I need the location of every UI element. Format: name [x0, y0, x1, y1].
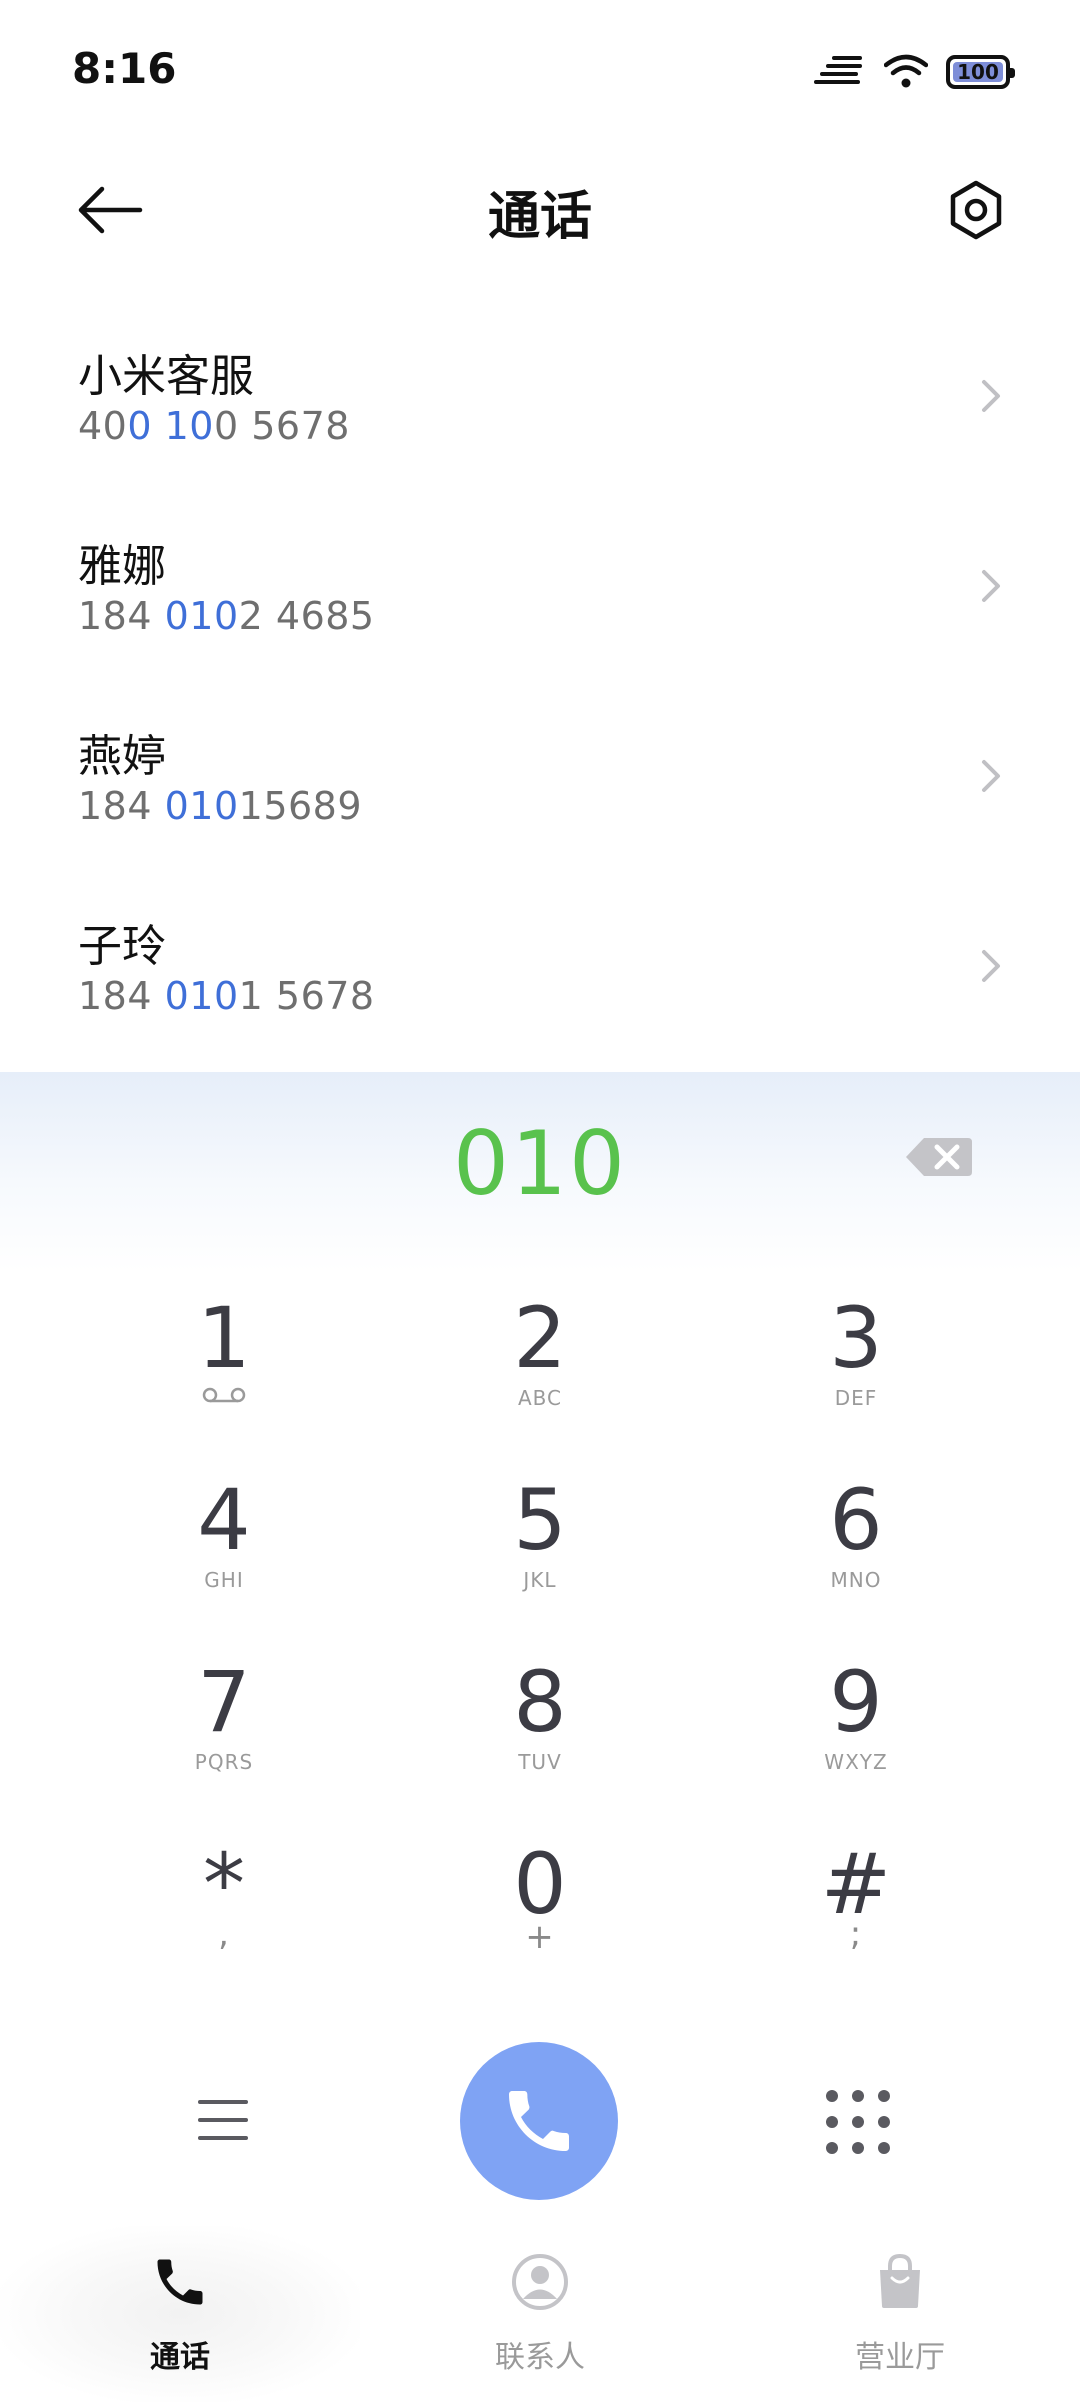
wifi-icon	[884, 54, 928, 88]
list-item[interactable]: 雅娜 184 0102 4685	[0, 490, 1080, 680]
phone-call-icon	[509, 2091, 569, 2151]
settings-button[interactable]	[936, 170, 1016, 250]
battery-icon: 100	[946, 55, 1015, 89]
nav-label: 营业厅	[855, 2340, 945, 2375]
key-4[interactable]: 4 GHI	[114, 1474, 334, 1634]
nav-item-contacts[interactable]: 联系人	[360, 2226, 720, 2402]
contact-number: 400 100 5678	[78, 404, 350, 448]
list-item[interactable]: 小米客服 400 100 5678	[0, 300, 1080, 490]
dial-pad-area: 010 1 2 ABC 3 DEF 4 GHI 5 JKL 6 MNO 7 PQ…	[0, 1072, 1080, 2232]
chevron-right-icon	[982, 570, 1000, 602]
key-3[interactable]: 3 DEF	[746, 1292, 966, 1452]
keypad-toggle-button[interactable]	[818, 2082, 898, 2162]
chevron-right-icon	[982, 380, 1000, 412]
status-time: 8:16	[72, 44, 177, 93]
title-bar: 通话	[0, 150, 1080, 270]
menu-icon	[198, 2100, 248, 2140]
list-item[interactable]: 燕婷 184 01015689	[0, 680, 1080, 870]
nav-label: 联系人	[495, 2340, 585, 2375]
key-8[interactable]: 8 TUV	[430, 1656, 650, 1816]
key-9[interactable]: 9 WXYZ	[746, 1656, 966, 1816]
phone-icon	[157, 2259, 203, 2305]
list-item[interactable]: 子玲 184 0101 5678	[0, 870, 1080, 1060]
menu-button[interactable]	[180, 2086, 268, 2156]
nav-label: 通话	[150, 2340, 210, 2375]
key-star[interactable]: * ,	[114, 1838, 334, 1998]
shopping-bag-icon	[880, 2253, 920, 2308]
chevron-right-icon	[982, 950, 1000, 982]
key-7[interactable]: 7 PQRS	[114, 1656, 334, 1816]
battery-level: 100	[957, 60, 999, 84]
contact-name: 小米客服	[78, 351, 254, 402]
settings-icon	[950, 180, 1002, 240]
key-0[interactable]: 0 +	[430, 1838, 650, 1998]
contact-number: 184 01015689	[78, 784, 363, 828]
data-speed-icon	[814, 56, 862, 84]
dialpad-grid-icon	[826, 2090, 890, 2154]
contact-number: 184 0102 4685	[78, 594, 375, 638]
key-1[interactable]: 1	[114, 1292, 334, 1452]
key-2[interactable]: 2 ABC	[430, 1292, 650, 1452]
call-button[interactable]	[460, 2042, 618, 2200]
contact-name: 雅娜	[78, 541, 166, 592]
dialer-screen: 8:16 100 通话 小米客服 400 100 5678 雅娜 184 010…	[0, 0, 1080, 2402]
key-6[interactable]: 6 MNO	[746, 1474, 966, 1634]
status-icons: 100	[814, 50, 1015, 94]
contact-name: 燕婷	[78, 731, 166, 782]
contact-name: 子玲	[78, 921, 166, 972]
bottom-navigation: 通话 联系人 营业厅	[0, 2226, 1080, 2402]
nav-item-business-hall[interactable]: 营业厅	[720, 2226, 1080, 2402]
key-hash[interactable]: # ;	[746, 1838, 966, 1998]
key-5[interactable]: 5 JKL	[430, 1474, 650, 1634]
chevron-right-icon	[982, 760, 1000, 792]
contact-number: 184 0101 5678	[78, 974, 375, 1018]
page-title: 通话	[487, 187, 592, 247]
voicemail-icon	[202, 1387, 246, 1403]
contact-icon	[512, 2254, 568, 2310]
backspace-icon	[906, 1138, 972, 1176]
nav-item-calls[interactable]: 通话	[0, 2226, 360, 2402]
search-results-list: 小米客服 400 100 5678 雅娜 184 0102 4685 燕婷 18…	[0, 300, 1080, 1060]
dialer-action-row	[0, 2042, 1080, 2202]
status-bar: 8:16 100	[0, 0, 1080, 140]
backspace-button[interactable]	[904, 1132, 974, 1182]
